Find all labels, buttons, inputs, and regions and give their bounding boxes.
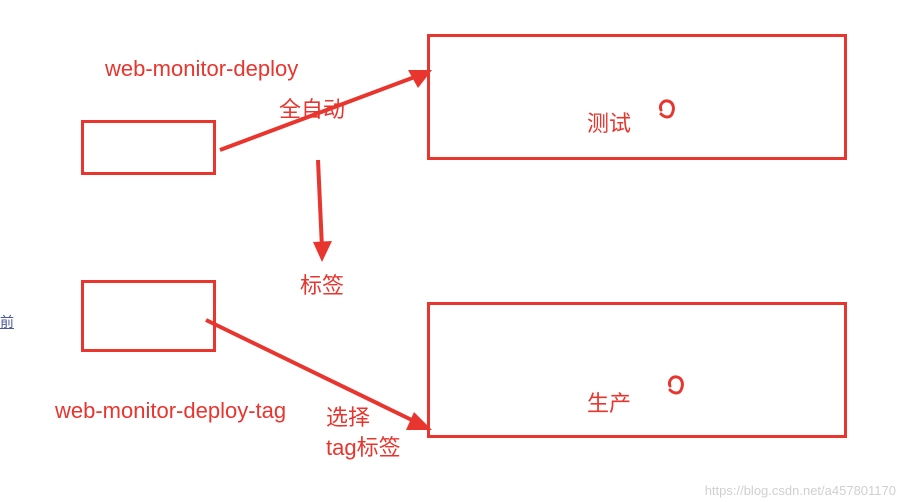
arrow-to-prod: [0, 0, 902, 502]
